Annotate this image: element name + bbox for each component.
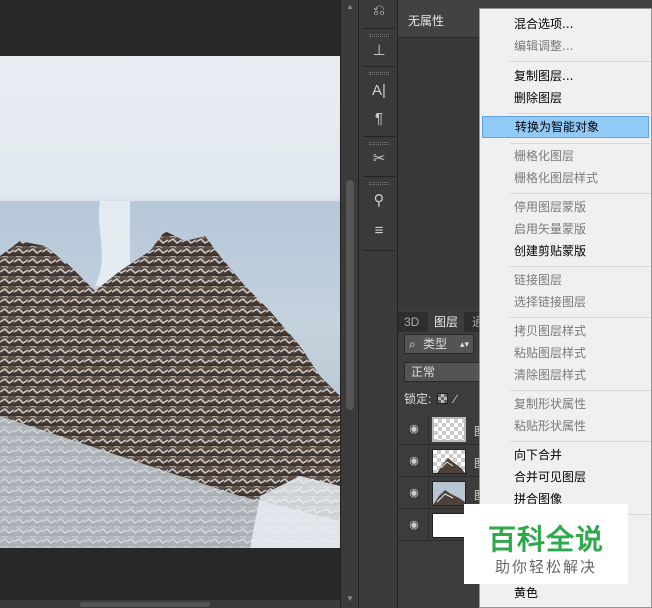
panel-grip[interactable] [369,182,389,185]
menu-separator [510,113,650,114]
menu-item-link-layers[interactable]: 链接图层 [482,269,649,291]
menu-item-merge-down[interactable]: 向下合并 [482,444,649,466]
menu-item-paste-layer-style[interactable]: 粘贴图层样式 [482,342,649,364]
menu-separator [510,61,650,62]
menu-item-select-linked-layers[interactable]: 选择链接图层 [482,291,649,313]
watermark-logo: 百科全说 助你轻松解决 [464,504,628,584]
canvas-vertical-scrollbar[interactable]: ▲ ▼ [340,0,358,608]
document-image[interactable] [0,56,340,548]
divider [363,28,395,29]
menu-item-color-yellow[interactable]: 黄色 [482,582,649,604]
menu-item-blending-options[interactable]: 混合选项... [482,13,649,35]
panel-grip[interactable] [369,72,389,75]
menu-item-edit-adjustment[interactable]: 编辑调整... [482,35,649,57]
properties-title: 无属性 [408,14,445,28]
scrollbar-thumb[interactable] [346,180,354,410]
lock-row: 锁定: ∕ [404,390,456,408]
menu-item-convert-to-smart-object[interactable]: 转换为智能对象 [482,116,649,138]
menu-separator [510,143,650,144]
panel-grip[interactable] [369,142,389,145]
blend-mode-value: 正常 [411,365,436,379]
menu-separator [510,266,650,267]
updown-arrows-icon: ▴▾ [459,339,469,349]
search-icon: ⌕ [409,337,416,351]
tab-layers[interactable]: 图层 [428,312,465,332]
lock-label: 锁定: [404,392,432,406]
eye-icon[interactable]: ◉ [407,486,421,500]
eye-icon[interactable]: ◉ [407,422,421,436]
panel-grip[interactable] [369,34,389,37]
menu-item-clear-layer-style[interactable]: 清除图层样式 [482,364,649,386]
layer-filter-select[interactable]: ⌕ 类型 ▴▾ [404,334,474,354]
scrollbar-thumb[interactable] [80,602,210,607]
clone-source-icon[interactable]: ⊥ [368,40,390,62]
menu-item-create-clipping-mask[interactable]: 创建剪贴蒙版 [482,240,649,262]
history-icon[interactable]: ⎌ [368,0,390,22]
divider [428,478,429,509]
divider [363,250,395,251]
scroll-up-arrow-icon[interactable]: ▲ [346,2,354,11]
menu-separator [510,193,650,194]
divider [363,176,395,177]
menu-item-disable-layer-mask[interactable]: 停用图层蒙版 [482,196,649,218]
menu-item-enable-vector-mask[interactable]: 启用矢量蒙版 [482,218,649,240]
layer-thumbnail [432,513,466,538]
divider [363,66,395,67]
paragraph-icon[interactable]: ¶ [368,108,390,130]
menu-item-copy-shape-attributes[interactable]: 复制形状属性 [482,393,649,415]
eye-icon[interactable]: ◉ [407,454,421,468]
mountain-photo [0,56,340,548]
scroll-down-arrow-icon[interactable]: ▼ [346,594,354,603]
menu-separator [510,441,650,442]
collapsed-panel-strip: ⎌ ⊥ A| ¶ ✂ ⚲ ≡ [358,0,398,608]
watermark-title: 百科全说 [487,523,604,556]
menu-item-rasterize-layer[interactable]: 栅格化图层 [482,145,649,167]
lock-transparent-pixels-icon[interactable] [437,393,449,404]
canvas-horizontal-scrollbar[interactable] [0,600,340,608]
menu-separator [510,317,650,318]
divider [363,136,395,137]
layer-thumbnail [432,417,466,442]
tab-3d[interactable]: 3D [398,312,425,332]
canvas-area[interactable]: ▲ ▼ [0,0,358,608]
menu-separator [510,390,650,391]
eye-icon[interactable]: ◉ [407,518,421,532]
menu-item-duplicate-layer[interactable]: 复制图层... [482,65,649,87]
menu-item-rasterize-layer-style[interactable]: 栅格化图层样式 [482,167,649,189]
divider [428,510,429,541]
layer-filter-label: 类型 [423,337,448,351]
tool-presets-icon[interactable]: ✂ [368,148,390,170]
character-icon[interactable]: A| [368,80,390,102]
layer-thumbnail [432,481,466,506]
brush-presets-icon[interactable]: ⚲ [368,190,390,212]
menu-item-copy-layer-style[interactable]: 拷贝图层样式 [482,320,649,342]
menu-item-delete-layer[interactable]: 删除图层 [482,87,649,109]
divider [428,414,429,445]
menu-item-merge-visible[interactable]: 合并可见图层 [482,466,649,488]
lock-image-pixels-icon[interactable]: ∕ [454,390,456,408]
layer-thumbnail [432,449,466,474]
divider [428,446,429,477]
watermark-subtitle: 助你轻松解决 [494,558,597,576]
adjustment-sliders-icon[interactable]: ≡ [368,220,390,242]
menu-item-paste-shape-attributes[interactable]: 粘贴形状属性 [482,415,649,437]
